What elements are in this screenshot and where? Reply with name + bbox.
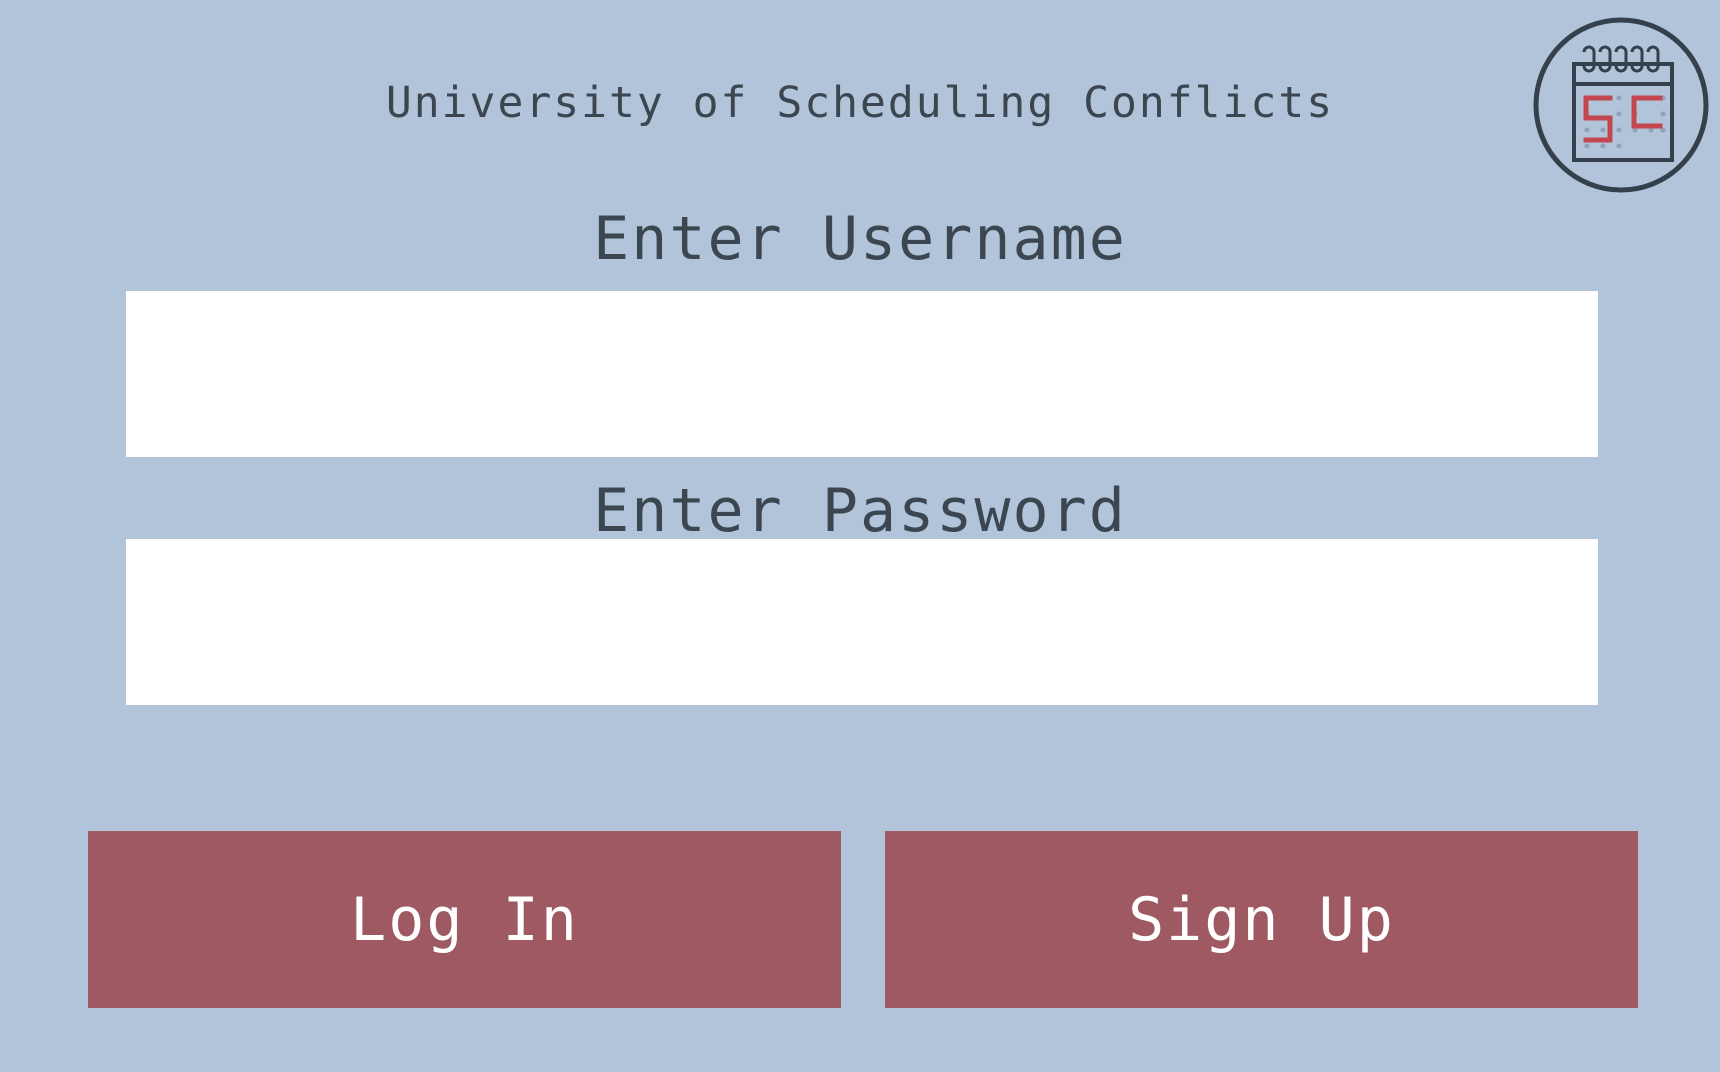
password-label: Enter Password <box>593 476 1127 546</box>
login-screen: University of Scheduling Conflicts Enter… <box>0 0 1720 1072</box>
username-input[interactable] <box>126 291 1598 457</box>
username-label: Enter Username <box>593 204 1127 274</box>
signup-button[interactable]: Sign Up <box>885 831 1638 1008</box>
calendar-logo-icon <box>1533 17 1709 193</box>
login-button[interactable]: Log In <box>88 831 841 1008</box>
password-input[interactable] <box>126 539 1598 705</box>
app-title: University of Scheduling Conflicts <box>385 78 1335 128</box>
